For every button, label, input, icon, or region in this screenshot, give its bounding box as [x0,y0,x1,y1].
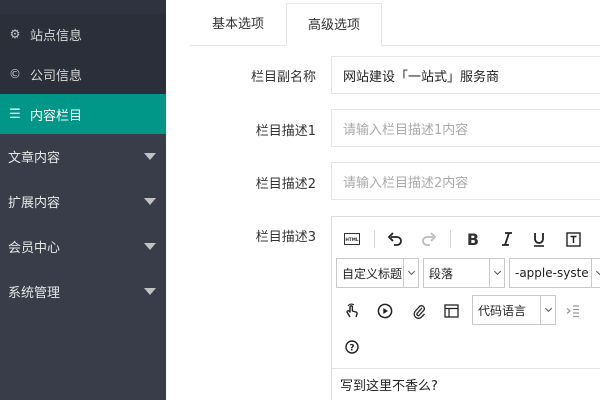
sidebar-group-label: 文章内容 [8,151,61,166]
sidebar-item-content-column[interactable]: ☰ 内容栏目 [0,94,166,134]
main-content: 基本选项 高级选项 栏目副名称 网站建设「一站式」服务商 栏目描述1 请输入栏目… [166,0,600,400]
sidebar-group-label: 扩展内容 [8,196,61,211]
desc2-placeholder: 请输入栏目描述2内容 [343,175,469,191]
caret-down-icon [144,243,156,250]
subname-label: 栏目副名称 [250,70,316,85]
sidebar-group-extended[interactable]: 扩展内容 [0,179,166,224]
desc1-input[interactable]: 请输入栏目描述1内容 [331,109,600,147]
sidebar-item-site-info[interactable]: ⚙ 站点信息 [0,14,166,54]
sidebar-item-label: 公司信息 [30,68,83,84]
indent-icon[interactable] [562,300,584,322]
sidebar-item-label: 内容栏目 [30,108,83,124]
svg-text:?: ? [349,343,354,353]
text-format-icon[interactable] [562,228,584,250]
bold-icon[interactable]: B [462,228,484,250]
desc2-label: 栏目描述2 [255,177,316,192]
desc2-input[interactable]: 请输入栏目描述2内容 [331,162,600,200]
code-language-select[interactable]: 代码语言 [472,295,556,325]
desc1-label: 栏目描述1 [255,124,316,139]
play-icon[interactable] [374,300,396,322]
template-icon[interactable] [440,300,462,322]
font-select-value: -apple-syste [515,266,589,280]
attachment-icon[interactable] [408,300,430,322]
html-icon[interactable]: HTML [341,228,363,250]
code-language-value: 代码语言 [478,303,527,318]
list-icon: ☰ [9,106,21,122]
chevron-down-icon [489,259,504,287]
chevron-down-icon [540,296,555,324]
copyright-icon: © [9,67,21,81]
svg-text:HTML: HTML [345,237,359,242]
sidebar-group-label: 系统管理 [8,286,61,301]
font-family-select[interactable]: -apple-syste [509,258,600,288]
sidebar-group-label: 会员中心 [8,241,61,256]
caret-down-icon [144,288,156,295]
paragraph-select-value: 段落 [429,266,454,281]
rich-text-editor: HTML B 自定义标题 段落 -apple-syste 代码语言 ? 写到这里… [331,216,600,400]
editor-toolbar: HTML B 自定义标题 段落 -apple-syste 代码语言 ? [332,217,600,369]
caret-down-icon [144,198,156,205]
desc1-placeholder: 请输入栏目描述1内容 [343,122,469,138]
subname-value: 网站建设「一站式」服务商 [343,69,500,85]
paragraph-select[interactable]: 段落 [423,258,505,288]
tab-basic-options[interactable]: 基本选项 [190,3,286,46]
tab-advanced-options[interactable]: 高级选项 [286,3,382,46]
help-icon[interactable]: ? [341,336,363,358]
gear-icon: ⚙ [9,27,21,41]
heading-select[interactable]: 自定义标题 [336,258,419,288]
editor-content[interactable]: 写到这里不香么? [340,375,438,394]
sidebar-group-system[interactable]: 系统管理 [0,269,166,314]
undo-icon[interactable] [384,228,406,250]
subname-input[interactable]: 网站建设「一站式」服务商 [331,56,600,94]
tab-bar: 基本选项 高级选项 [190,3,600,46]
sidebar-group-articles[interactable]: 文章内容 [0,134,166,179]
underline-icon[interactable] [528,228,550,250]
toolbar-separator [450,230,451,248]
sidebar: ⚙ 站点信息 © 公司信息 ☰ 内容栏目 文章内容 扩展内容 会员中心 系统管理 [0,0,166,400]
sidebar-item-label: 站点信息 [30,28,83,44]
sidebar-item-company-info[interactable]: © 公司信息 [0,54,166,94]
chevron-down-icon [591,259,600,287]
touch-icon[interactable] [341,300,363,322]
italic-icon[interactable] [496,228,518,250]
desc3-label: 栏目描述3 [255,230,316,245]
sidebar-group-members[interactable]: 会员中心 [0,224,166,269]
toolbar-separator [374,230,375,248]
heading-select-value: 自定义标题 [342,266,403,281]
sidebar-top-strip [0,0,166,14]
redo-icon[interactable] [418,228,440,250]
caret-down-icon [144,153,156,160]
chevron-down-icon [403,259,418,287]
